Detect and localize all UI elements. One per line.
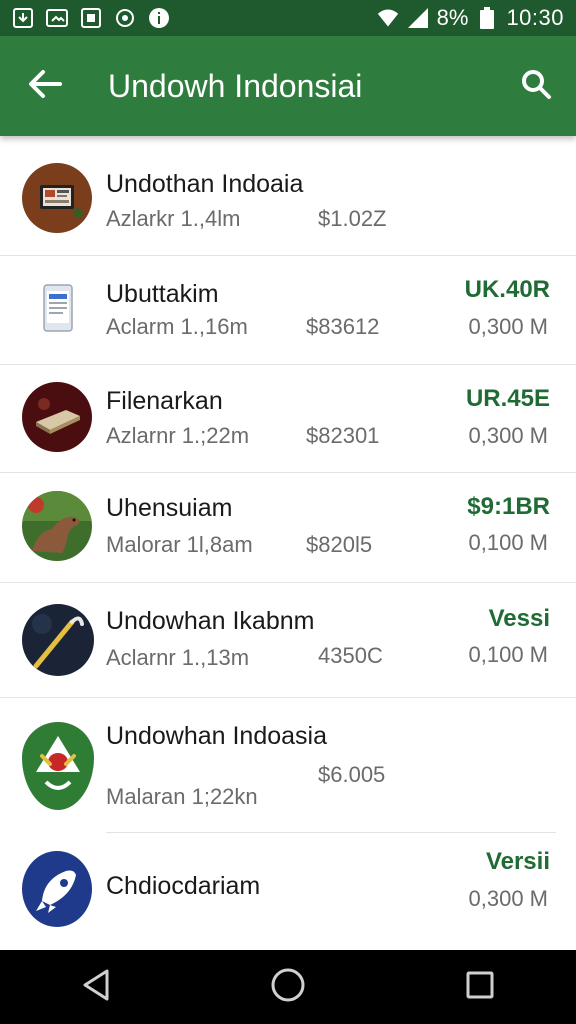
tablet-photo-avatar <box>22 163 92 233</box>
item-subtitle: Azlarkr 1.,4lm <box>106 206 241 231</box>
download-icon <box>12 7 34 29</box>
list-item[interactable]: Filenarkan Azlarnr 1.;22m $82301 UR.45E … <box>0 365 576 473</box>
app-bar: Undowh Indonsiai <box>0 36 576 136</box>
item-tag: Vessi <box>488 605 550 632</box>
signal-icon <box>407 7 429 29</box>
item-price: $6.005 <box>318 762 386 787</box>
battery-icon <box>476 7 498 29</box>
page-title: Undowh Indonsiai <box>108 67 363 104</box>
inset-divider <box>106 832 556 833</box>
list-item[interactable]: Undowhan Indoasia Malaran 1;22kn $6.005 <box>0 698 576 834</box>
notification-icon <box>80 7 102 29</box>
search-button[interactable] <box>516 66 556 106</box>
device-avatar <box>22 382 92 452</box>
nav-back-button[interactable] <box>66 957 126 1017</box>
item-price: $83612 <box>306 314 380 339</box>
item-title: Chdiocdariam <box>106 872 261 900</box>
item-tag: UK.40R <box>464 276 550 303</box>
triangle-back-icon <box>81 968 111 1007</box>
animal-photo-avatar <box>22 491 92 561</box>
shield-emblem-avatar <box>22 722 94 810</box>
item-size: 0,100 M <box>468 642 549 667</box>
list-item[interactable]: Chdiocdariam Versii 0,300 M <box>0 834 576 950</box>
item-price: $1.02Z <box>318 206 387 231</box>
photo-icon <box>46 7 68 29</box>
phone-avatar <box>22 273 92 343</box>
battery-percent: 8% <box>436 5 469 30</box>
back-button[interactable] <box>0 36 90 136</box>
circle-home-icon <box>270 967 306 1008</box>
clock: 10:30 <box>506 5 564 30</box>
item-subtitle: Aclarnr 1.,13m <box>106 645 250 670</box>
item-price: $820l5 <box>306 532 373 557</box>
square-recents-icon <box>465 970 495 1005</box>
item-size: 0,300 M <box>468 314 549 339</box>
item-size: 0,100 M <box>468 530 549 555</box>
item-tag: Versii <box>485 848 550 875</box>
wand-avatar <box>22 604 94 676</box>
item-tag: $9:1BR <box>467 493 550 520</box>
list-item[interactable]: Undowhan Ikabnm Aclarnr 1.,13m 4350C Ves… <box>0 583 576 698</box>
item-title: Filenarkan <box>106 387 223 415</box>
item-title: Undothan Indoaia <box>106 170 304 198</box>
item-title: Ubuttakim <box>106 280 219 308</box>
rocket-avatar <box>22 851 92 927</box>
system-status: 8% 10:30 <box>377 5 564 31</box>
item-title: Undowhan Indoasia <box>106 722 327 750</box>
item-subtitle: Malaran 1;22kn <box>106 784 258 809</box>
nav-home-button[interactable] <box>258 957 318 1017</box>
item-subtitle: Malorar 1l,8am <box>106 532 253 557</box>
info-icon <box>148 7 170 29</box>
arrow-left-icon <box>28 69 62 104</box>
status-bar: 8% 10:30 <box>0 0 576 36</box>
sync-icon <box>114 7 136 29</box>
search-icon <box>520 68 552 105</box>
list-item[interactable]: Ubuttakim Aclarm 1.,16m $83612 UK.40R 0,… <box>0 256 576 365</box>
item-subtitle: Aclarm 1.,16m <box>106 314 248 339</box>
notification-icons <box>12 7 170 29</box>
item-subtitle: Azlarnr 1.;22m <box>106 423 250 448</box>
item-price: 4350C <box>318 643 383 668</box>
list-item[interactable]: Undothan Indoaia Azlarkr 1.,4lm $1.02Z <box>0 146 576 256</box>
list-item[interactable]: Uhensuiam Malorar 1l,8am $820l5 $9:1BR 0… <box>0 473 576 583</box>
item-title: Uhensuiam <box>106 494 233 522</box>
item-tag: UR.45E <box>465 385 550 412</box>
item-price: $82301 <box>306 423 380 448</box>
system-nav-bar <box>0 950 576 1024</box>
item-size: 0,300 M <box>468 886 549 911</box>
wifi-icon <box>377 7 399 29</box>
item-size: 0,300 M <box>468 423 549 448</box>
nav-recents-button[interactable] <box>450 957 510 1017</box>
item-title: Undowhan Ikabnm <box>106 607 315 635</box>
